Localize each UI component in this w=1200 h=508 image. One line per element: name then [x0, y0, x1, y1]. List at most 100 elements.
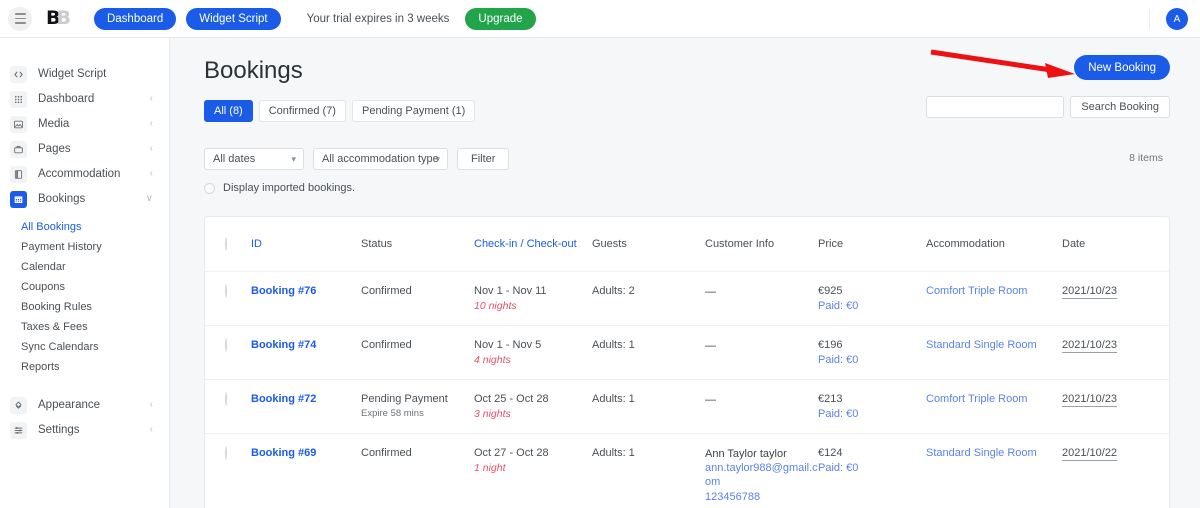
nights-count: 1 night — [474, 461, 506, 474]
row-select-cell — [205, 270, 251, 325]
avatar[interactable]: A — [1166, 8, 1188, 30]
select-all-header — [205, 217, 251, 271]
accommodation-link[interactable]: Standard Single Room — [926, 339, 1037, 351]
accommodation-link[interactable]: Comfort Triple Room — [926, 285, 1027, 297]
stay-dates: Oct 27 - Oct 28 — [474, 446, 549, 459]
table-row[interactable]: Booking #69 Confirmed Oct 27 - Oct 28 1 … — [205, 432, 1169, 508]
sidebar-item-appearance[interactable]: Appearance ‹ — [0, 393, 169, 417]
upgrade-button[interactable]: Upgrade — [465, 7, 536, 30]
table-row[interactable]: Booking #72 Pending Payment Expire 58 mi… — [205, 378, 1169, 433]
select-all-checkbox[interactable] — [225, 236, 227, 251]
row-guests-cell: Adults: 1 — [592, 432, 705, 508]
sidebar-subitem-booking-rules[interactable]: Booking Rules — [0, 297, 169, 317]
row-status-cell: Confirmed — [361, 324, 474, 379]
sidebar-subitem-sync-calendars[interactable]: Sync Calendars — [0, 337, 169, 357]
row-checkbox[interactable] — [225, 445, 227, 460]
booking-link[interactable]: Booking #74 — [251, 339, 316, 351]
status-text: Confirmed — [361, 446, 412, 459]
sidebar-item-settings[interactable]: Settings ‹ — [0, 418, 169, 442]
date-filter-select[interactable]: All dates ▾ — [204, 148, 304, 170]
customer-email[interactable]: ann.taylor988@gmail.com — [705, 461, 818, 489]
customer-phone[interactable]: 123456788 — [705, 490, 818, 504]
sidebar-subitem-calendar[interactable]: Calendar — [0, 257, 169, 277]
customer-name: — — [705, 393, 716, 406]
sidebar-item-dashboard[interactable]: Dashboard ‹ — [0, 87, 169, 111]
row-select-cell — [205, 378, 251, 433]
display-imported-bookings-label: Display imported bookings. — [223, 182, 356, 194]
header-id[interactable]: ID — [251, 217, 361, 271]
calendar-icon — [10, 190, 27, 208]
tab-all[interactable]: All (8) — [204, 100, 253, 122]
sidebar-item-label: Settings — [38, 424, 80, 436]
booking-link[interactable]: Booking #76 — [251, 285, 316, 297]
hamburger-icon[interactable] — [8, 6, 32, 31]
display-imported-bookings-checkbox[interactable] — [204, 182, 215, 194]
sidebar-subitem-payment-history[interactable]: Payment History — [0, 237, 169, 257]
row-price-cell: €196 Paid: €0 — [818, 324, 926, 379]
nights-count: 10 nights — [474, 299, 517, 312]
row-id-cell: Booking #76 — [251, 270, 361, 325]
row-price-cell: €925 Paid: €0 — [818, 270, 926, 325]
row-select-cell — [205, 432, 251, 508]
accommodation-filter-value: All accommodation type — [322, 153, 439, 165]
sidebar-item-widget-script[interactable]: Widget Script — [0, 62, 169, 86]
row-accommodation-cell: Comfort Triple Room — [926, 378, 1062, 433]
sidebar-subitem-all-bookings[interactable]: All Bookings — [0, 217, 169, 237]
logo: BB — [46, 7, 71, 29]
header-checkin-checkout[interactable]: Check-in / Check-out — [474, 217, 592, 271]
accommodation-link[interactable]: Standard Single Room — [926, 447, 1037, 459]
display-imported-bookings-row: Display imported bookings. — [204, 182, 355, 194]
nights-count: 3 nights — [474, 407, 511, 420]
row-checkbox[interactable] — [225, 337, 227, 352]
settings-icon — [10, 421, 27, 439]
nights-count: 4 nights — [474, 353, 511, 366]
sidebar-subitem-taxes-fees[interactable]: Taxes & Fees — [0, 317, 169, 337]
search-booking-button[interactable]: Search Booking — [1070, 96, 1170, 118]
row-id-cell: Booking #74 — [251, 324, 361, 379]
created-date: 2021/10/23 — [1062, 392, 1118, 407]
row-checkbox[interactable] — [225, 283, 227, 298]
status-text: Pending Payment — [361, 392, 448, 405]
red-arrow-annotation — [925, 46, 1085, 91]
booking-link[interactable]: Booking #69 — [251, 447, 316, 459]
sidebar-item-accommodation[interactable]: Accommodation ‹ — [0, 162, 169, 186]
chevron-icon: ‹ — [149, 399, 153, 410]
sidebar-item-pages[interactable]: Pages ‹ — [0, 137, 169, 161]
sidebar-subitem-coupons[interactable]: Coupons — [0, 277, 169, 297]
search-area: Search Booking — [926, 96, 1170, 118]
appearance-icon — [10, 396, 27, 414]
sidebar-item-bookings[interactable]: Bookings ∨ — [0, 187, 169, 211]
widget-script-button[interactable]: Widget Script — [186, 7, 281, 30]
stay-dates: Nov 1 - Nov 5 — [474, 338, 542, 351]
dashboard-button[interactable]: Dashboard — [93, 7, 177, 30]
sidebar-item-media[interactable]: Media ‹ — [0, 112, 169, 136]
table-row[interactable]: Booking #74 Confirmed Nov 1 - Nov 5 4 ni… — [205, 324, 1169, 379]
status-expiry: Expire 58 mins — [361, 407, 424, 419]
row-guests-cell: Adults: 1 — [592, 378, 705, 433]
filter-button[interactable]: Filter — [457, 148, 510, 170]
image-icon — [10, 115, 27, 133]
logo-secondary-letter: B — [56, 7, 71, 29]
chevron-icon: ‹ — [149, 118, 153, 129]
price-total: €196 — [818, 338, 843, 351]
accommodation-filter-select[interactable]: All accommodation type ▾ — [313, 148, 448, 170]
row-accommodation-cell: Standard Single Room — [926, 432, 1062, 508]
tab-confirmed[interactable]: Confirmed (7) — [258, 100, 346, 122]
new-booking-button[interactable]: New Booking — [1074, 55, 1170, 80]
table-header-row: ID Status Check-in / Check-out Guests Cu… — [205, 217, 1169, 271]
booking-link[interactable]: Booking #72 — [251, 393, 316, 405]
accommodation-link[interactable]: Comfort Triple Room — [926, 393, 1027, 405]
tab-pending-payment[interactable]: Pending Payment (1) — [351, 100, 476, 122]
code-icon — [10, 65, 27, 83]
status-tabs: All (8) Confirmed (7) Pending Payment (1… — [204, 100, 476, 122]
row-checkbox[interactable] — [225, 391, 227, 406]
sidebar-subitem-reports[interactable]: Reports — [0, 357, 169, 377]
row-customer-cell: — — [705, 378, 818, 433]
price-total: €925 — [818, 284, 843, 297]
row-guests-cell: Adults: 2 — [592, 270, 705, 325]
search-input[interactable] — [926, 96, 1065, 118]
created-date: 2021/10/23 — [1062, 338, 1118, 353]
book-icon — [10, 165, 27, 183]
table-row[interactable]: Booking #76 Confirmed Nov 1 - Nov 11 10 … — [205, 270, 1169, 325]
